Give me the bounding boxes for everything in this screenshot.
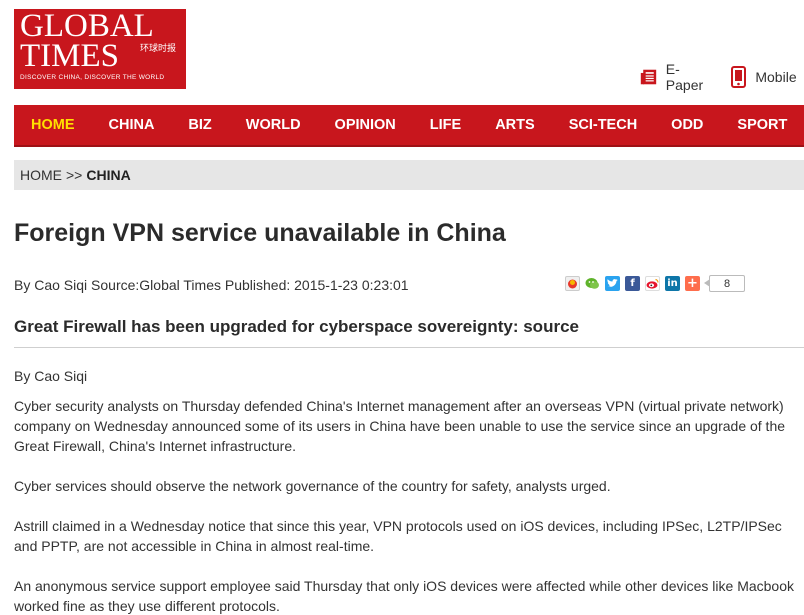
nav-item-life[interactable]: LIFE	[413, 117, 478, 133]
nav-item-sport[interactable]: SPORT	[720, 117, 804, 133]
linkedin-icon[interactable]: in	[665, 276, 680, 291]
global-times-logo[interactable]: GLOBAL 环球时报 TIMES DISCOVER CHINA, DISCOV…	[14, 9, 186, 89]
mobile-label: Mobile	[755, 69, 797, 85]
weibo-icon[interactable]	[645, 276, 660, 291]
mobile-link[interactable]: Mobile	[731, 66, 797, 88]
wechat-icon[interactable]	[585, 276, 600, 291]
logo-line-1: GLOBAL	[20, 8, 154, 44]
more-share-icon[interactable]: +	[685, 276, 700, 291]
facebook-icon[interactable]: f	[625, 276, 640, 291]
nav-item-opinion[interactable]: OPINION	[318, 117, 413, 133]
breadcrumb-home[interactable]: HOME	[20, 167, 62, 183]
article-paragraph: An anonymous service support employee sa…	[14, 578, 795, 614]
epaper-label: E-Paper	[665, 61, 704, 93]
divider	[14, 347, 804, 348]
article-author: By Cao Siqi	[14, 368, 88, 384]
nav-item-china[interactable]: CHINA	[92, 117, 172, 133]
newspaper-icon	[640, 69, 657, 85]
epaper-link[interactable]: E-Paper	[640, 61, 707, 93]
breadcrumb: HOME >> CHINA	[14, 160, 804, 190]
nav-item-sci-tech[interactable]: SCI-TECH	[552, 117, 654, 133]
twitter-icon[interactable]	[605, 276, 620, 291]
article-paragraph: Cyber security analysts on Thursday defe…	[14, 398, 786, 454]
article-byline: By Cao Siqi Source:Global Times Publishe…	[14, 277, 409, 293]
article-body: By Cao Siqi Cyber security analysts on T…	[14, 366, 804, 615]
breadcrumb-current[interactable]: CHINA	[86, 167, 130, 183]
logo-chinese: 环球时报	[139, 44, 176, 54]
article-subtitle: Great Firewall has been upgraded for cyb…	[14, 317, 579, 336]
header-links: E-Paper Mobile	[640, 61, 804, 93]
article-paragraph: Astrill claimed in a Wednesday notice th…	[14, 518, 782, 554]
nav-item-odd[interactable]: ODD	[654, 117, 720, 133]
nav-item-world[interactable]: WORLD	[229, 117, 318, 133]
nav-item-arts[interactable]: ARTS	[478, 117, 551, 133]
logo-tagline: DISCOVER CHINA, DISCOVER THE WORLD	[20, 74, 165, 81]
breadcrumb-separator: >>	[66, 167, 83, 183]
article-title: Foreign VPN service unavailable in China	[14, 219, 506, 247]
article-paragraph: Cyber services should observe the networ…	[14, 478, 611, 494]
nav-item-home[interactable]: HOME	[14, 117, 92, 133]
page: GLOBAL 环球时报 TIMES DISCOVER CHINA, DISCOV…	[0, 0, 804, 615]
share-bar: f in + 8	[565, 275, 745, 292]
qzone-icon[interactable]	[565, 276, 580, 291]
nav-item-biz[interactable]: BIZ	[171, 117, 228, 133]
share-count: 8	[704, 275, 745, 292]
main-nav: HOME CHINA BIZ WORLD OPINION LIFE ARTS S…	[14, 105, 804, 145]
mobile-phone-icon	[731, 66, 747, 88]
